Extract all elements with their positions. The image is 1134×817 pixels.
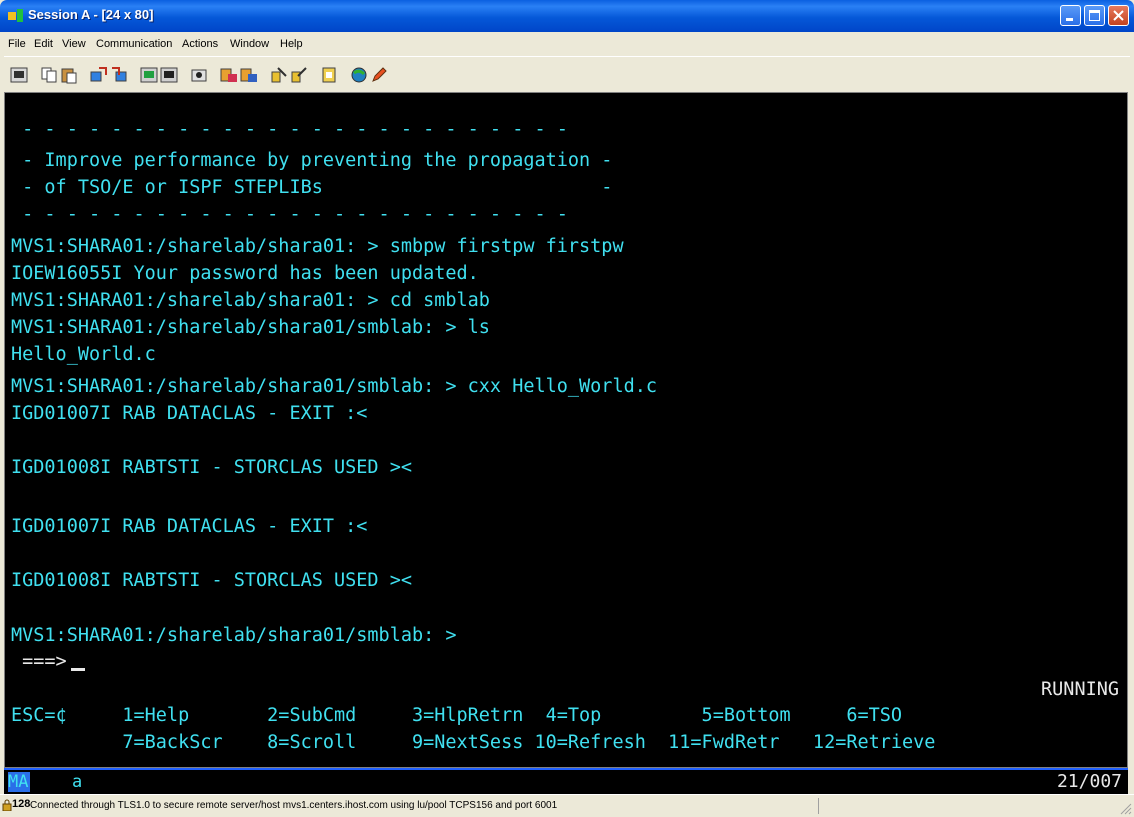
pf-key-row-2: 7=BackScr 8=Scroll 9=NextSess 10=Refresh… (11, 732, 936, 753)
window-title: Session A - [24 x 80] (28, 7, 154, 22)
connection-icon[interactable] (290, 66, 308, 84)
menu-file[interactable]: File (8, 38, 26, 50)
terminal-line: IGD01007I RAB DATACLAS - EXIT :< (11, 516, 368, 537)
terminal-line: MVS1:SHARA01:/sharelab/shara01/smblab: > (11, 625, 457, 646)
close-button[interactable] (1108, 5, 1129, 26)
terminal-line: IOEW16055I Your password has been update… (11, 263, 479, 284)
paste-icon[interactable] (60, 66, 78, 84)
resize-grip-icon[interactable] (1120, 803, 1132, 815)
terminal-line: IGD01008I RABTSTI - STORCLAS USED >< (11, 570, 412, 591)
lock-icon (2, 799, 12, 811)
terminal-line: - Improve performance by preventing the … (11, 150, 613, 171)
menu-communication[interactable]: Communication (96, 38, 172, 50)
minimize-icon (1066, 18, 1073, 21)
send-file-icon[interactable] (90, 66, 108, 84)
maximize-icon (1089, 10, 1100, 21)
menu-edit[interactable]: Edit (34, 38, 53, 50)
status-bar: 128 Connected through TLS1.0 to secure r… (0, 794, 1134, 817)
terminal-line: - - - - - - - - - - - - - - - - - - - - … (11, 204, 568, 225)
menu-window[interactable]: Window (230, 38, 269, 50)
operator-info-area: MA a 21/007 (4, 768, 1128, 794)
emulator-window: Session A - [24 x 80] File Edit View Com… (0, 0, 1134, 817)
pf-key-row-1: ESC=¢ 1=Help 2=SubCmd 3=HlpRetrn 4=Top 5… (11, 705, 903, 726)
menu-bar: File Edit View Communication Actions Win… (4, 32, 1130, 56)
web-icon[interactable] (350, 66, 368, 84)
menu-actions[interactable]: Actions (182, 38, 218, 50)
terminal-line: MVS1:SHARA01:/sharelab/shara01: > cd smb… (11, 290, 490, 311)
terminal-screen[interactable]: - - - - - - - - - - - - - - - - - - - - … (4, 92, 1128, 768)
status-divider (818, 798, 819, 814)
keyboard-map-icon[interactable] (160, 66, 178, 84)
toolbar (4, 56, 1130, 93)
terminal-line: Hello_World.c (11, 344, 156, 365)
play-macro-icon[interactable] (220, 66, 238, 84)
terminal-line: - - - - - - - - - - - - - - - - - - - - … (11, 119, 568, 140)
help-icon[interactable] (320, 66, 338, 84)
command-prompt[interactable]: ===> (11, 651, 85, 672)
close-icon (1113, 10, 1124, 21)
terminal-line: MVS1:SHARA01:/sharelab/shara01: > smbpw … (11, 236, 624, 257)
oia-indicator: MA (8, 772, 30, 792)
terminal-line: IGD01008I RABTSTI - STORCLAS USED >< (11, 457, 412, 478)
connection-status: Connected through TLS1.0 to secure remot… (30, 800, 558, 811)
minimize-button[interactable] (1060, 5, 1081, 26)
terminal-line: MVS1:SHARA01:/sharelab/shara01/smblab: >… (11, 376, 658, 397)
terminal-line: MVS1:SHARA01:/sharelab/shara01/smblab: >… (11, 317, 490, 338)
receive-file-icon[interactable] (110, 66, 128, 84)
terminal-line: IGD01007I RAB DATACLAS - EXIT :< (11, 403, 368, 424)
session-icon (8, 9, 23, 22)
copy-icon[interactable] (40, 66, 58, 84)
security-strength: 128 (12, 798, 31, 810)
oia-mode: a (72, 772, 83, 792)
terminal-line: - of TSO/E or ISPF STEPLIBs - (11, 177, 613, 198)
print-screen-icon[interactable] (10, 66, 28, 84)
display-setup-icon[interactable] (140, 66, 158, 84)
cursor-position: 21/007 (1056, 771, 1122, 792)
menu-help[interactable]: Help (280, 38, 303, 50)
customize-icon[interactable] (270, 66, 288, 84)
record-macro-icon[interactable] (190, 66, 208, 84)
text-cursor (70, 668, 85, 671)
stop-macro-icon[interactable] (240, 66, 258, 84)
menu-view[interactable]: View (62, 38, 86, 50)
pencil-icon[interactable] (370, 66, 388, 84)
running-status: RUNNING (1041, 679, 1119, 700)
title-bar[interactable]: Session A - [24 x 80] (0, 0, 1134, 32)
maximize-button[interactable] (1084, 5, 1105, 26)
prompt-arrow: ===> (11, 651, 67, 672)
